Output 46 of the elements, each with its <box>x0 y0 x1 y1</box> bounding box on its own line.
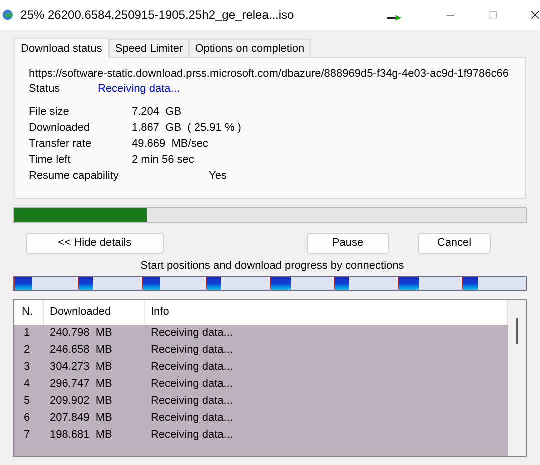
hide-details-button[interactable]: << Hide details <box>26 233 164 254</box>
detail-value: 49.669 MB/sec <box>132 136 208 152</box>
table-cell-text: 2 <box>23 343 32 358</box>
detail-label: Resume capability <box>29 168 120 184</box>
table-cell-text: 6 <box>23 411 32 426</box>
table-cell-text: 304.273 MB <box>49 360 114 376</box>
detail-label: File size <box>29 104 70 120</box>
table-cell-text: Receiving data... <box>150 343 234 358</box>
table-cell-text: Receiving data... <box>150 428 234 444</box>
detail-label: Downloaded <box>29 120 92 136</box>
detail-label: Transfer rate <box>29 136 93 152</box>
pause-button[interactable]: Pause <box>307 233 389 254</box>
detail-label: Time left <box>29 152 72 168</box>
table-cell-text: 246.658 MB <box>49 343 114 358</box>
connections-caption: Start positions and download progress by connections <box>140 259 404 273</box>
table-cell-text: 296.747 MB <box>49 377 114 392</box>
app-icon <box>2 7 14 23</box>
status-value: Receiving data... <box>98 82 180 98</box>
detail-value: 7.204 GB <box>132 104 182 120</box>
url-text: https://software-static.download.prss.microsoft.com/dbazure/888969d5-f34g-4e03-ac9d-1f9786c66 <box>29 67 510 81</box>
window-title: 25% 26200.6584.250915-1905.25h2_ge_relea...iso <box>20 7 294 24</box>
arrow-icon <box>387 14 402 22</box>
table-cell-text: Receiving data... <box>150 394 234 410</box>
detail-value: Yes <box>209 168 227 184</box>
table-cell-text: Receiving data... <box>150 411 234 426</box>
tab[interactable]: Options on completion <box>189 39 311 57</box>
table-cell-text: 7 <box>23 428 32 444</box>
table-cell-text: 3 <box>23 360 32 376</box>
table-cell-text: 209.902 MB <box>49 394 114 410</box>
scrollbar[interactable] <box>508 300 526 456</box>
cancel-button[interactable]: Cancel <box>418 233 491 254</box>
table-cell-text: 4 <box>23 377 32 392</box>
table-cell-text: 207.849 MB <box>49 411 114 426</box>
detail-value: 1.867 GB ( 25.91 % ) <box>132 120 242 136</box>
table-cell-text: 1 <box>23 326 32 342</box>
table-cell-text: Receiving data... <box>150 360 234 376</box>
table-cell-text: 5 <box>23 394 32 410</box>
status-label: Status <box>29 82 62 98</box>
detail-value: 2 min 56 sec <box>132 152 194 168</box>
close-icon[interactable] <box>531 9 540 21</box>
table-cell-text: Receiving data... <box>150 377 234 392</box>
tab[interactable]: Download status <box>14 38 110 58</box>
tab[interactable]: Speed Limiter <box>109 39 190 57</box>
table-cell-text: Receiving data... <box>150 326 234 342</box>
table-cell-text: 240.798 MB <box>49 326 114 342</box>
table-cell-text: 198.681 MB <box>49 428 114 444</box>
